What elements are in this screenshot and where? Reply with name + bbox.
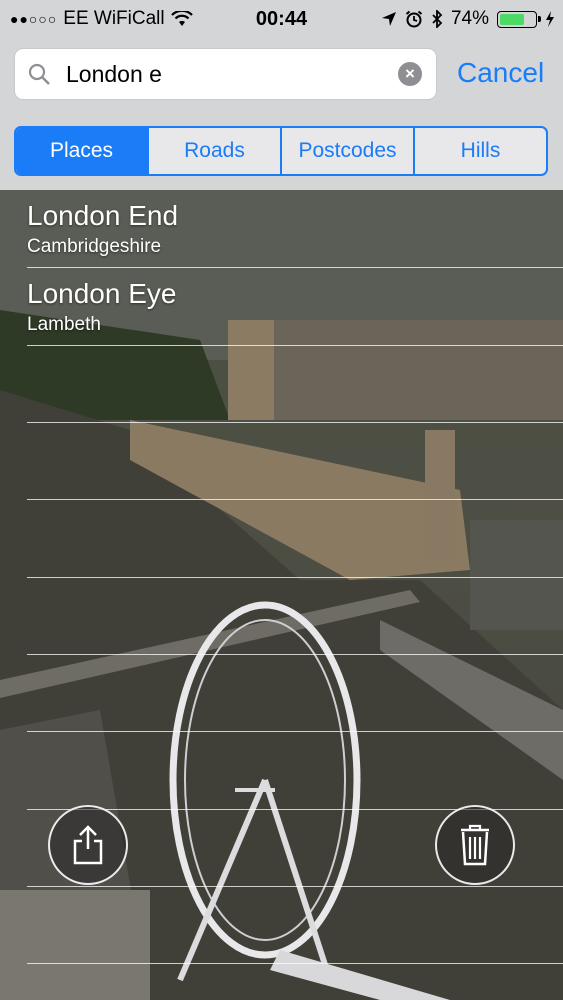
status-bar: ●●○○○ EE WiFiCall 00:44 74%	[0, 0, 563, 40]
battery-icon	[497, 10, 541, 28]
battery-percentage: 74%	[450, 8, 489, 29]
row-divider	[27, 654, 563, 655]
cancel-button[interactable]: Cancel	[457, 57, 544, 89]
result-title: London End	[27, 200, 179, 231]
segment-postcodes[interactable]: Postcodes	[280, 128, 413, 174]
row-divider	[27, 577, 563, 578]
row-divider	[27, 422, 563, 423]
segment-hills[interactable]: Hills	[413, 128, 546, 174]
search-icon	[28, 63, 50, 85]
bluetooth-icon	[432, 10, 443, 28]
charging-bolt-icon	[546, 11, 554, 27]
share-icon	[73, 825, 103, 865]
location-arrow-icon	[381, 12, 396, 26]
delete-button[interactable]	[435, 805, 515, 885]
category-segmented-control: Places Roads Postcodes Hills	[14, 126, 548, 176]
list-item[interactable]: London End Cambridgeshire	[27, 190, 563, 267]
row-divider	[27, 963, 563, 964]
row-divider	[27, 345, 563, 346]
segment-places[interactable]: Places	[16, 128, 147, 174]
list-item[interactable]: London Eye Lambeth	[27, 268, 563, 345]
row-divider	[27, 731, 563, 732]
search-header: ●●○○○ EE WiFiCall 00:44 74% London e × C…	[0, 0, 563, 190]
alarm-clock-icon	[405, 10, 423, 28]
search-input[interactable]: London e	[66, 61, 162, 88]
result-subtitle: Lambeth	[27, 314, 101, 335]
share-button[interactable]	[48, 805, 128, 885]
row-divider	[27, 886, 563, 887]
result-subtitle: Cambridgeshire	[27, 236, 162, 257]
result-title: London Eye	[27, 278, 177, 309]
segment-roads[interactable]: Roads	[147, 128, 280, 174]
trash-icon	[461, 824, 489, 866]
clear-text-icon[interactable]: ×	[398, 62, 422, 86]
search-field[interactable]: London e ×	[15, 49, 436, 99]
row-divider	[27, 499, 563, 500]
